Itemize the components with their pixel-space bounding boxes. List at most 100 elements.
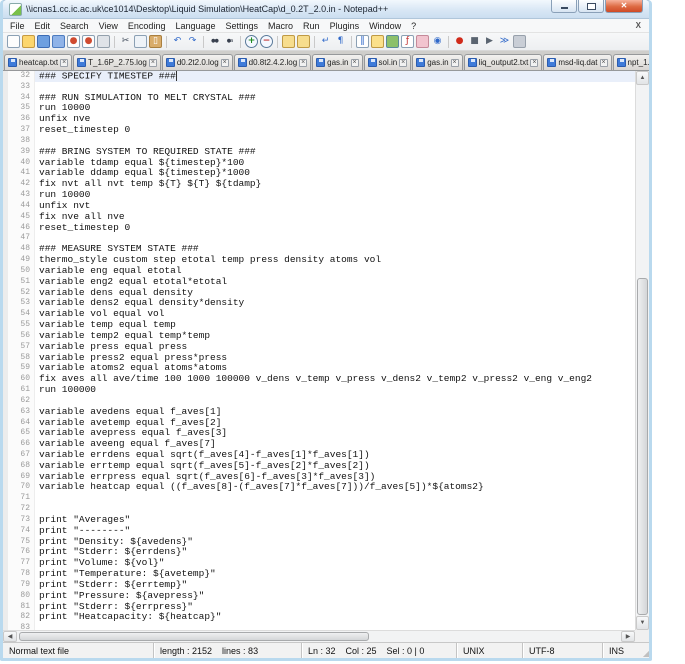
line-text[interactable]: variable press equal press — [35, 341, 635, 353]
line-text[interactable]: run 10000 — [35, 189, 635, 201]
line-text[interactable]: variable avedens equal f_aves[1] — [35, 406, 635, 418]
folder-as-workspace-icon[interactable] — [416, 35, 429, 48]
line-number[interactable]: 67 — [8, 449, 35, 461]
text-editor[interactable]: 32 ### SPECIFY TIMESTEP ### 33 34 ### RUN SI… — [3, 71, 635, 630]
line-text[interactable]: variable heatcap equal ((f_aves[8]-(f_av… — [35, 482, 635, 493]
line-number[interactable]: 60 — [8, 374, 35, 386]
line-number[interactable]: 68 — [8, 460, 35, 472]
vertical-scrollbar[interactable]: ▲ ▼ — [635, 71, 649, 630]
line-number[interactable]: 34 — [8, 92, 35, 104]
line-number[interactable]: 47 — [8, 233, 35, 245]
line-text[interactable]: unfix nvt — [35, 200, 635, 212]
line-number[interactable]: 43 — [8, 190, 35, 201]
document-map-icon[interactable] — [386, 35, 399, 48]
line-number[interactable]: 50 — [8, 265, 35, 277]
line-number[interactable]: 40 — [8, 157, 35, 169]
copy-icon[interactable] — [134, 35, 147, 48]
line-number[interactable]: 59 — [8, 363, 35, 375]
scroll-left-arrow[interactable]: ◀ — [3, 631, 17, 642]
line-number[interactable]: 39 — [8, 146, 35, 158]
maximize-button[interactable] — [578, 0, 604, 13]
menu-window[interactable]: Window — [364, 21, 406, 31]
tab-gas.in[interactable]: gas.in × — [412, 54, 463, 70]
line-text[interactable]: run 10000 — [35, 103, 635, 114]
menu-file[interactable]: File — [5, 21, 30, 31]
undo-icon[interactable]: ↶ — [171, 35, 184, 48]
line-number[interactable]: 49 — [8, 255, 35, 266]
line-number[interactable]: 54 — [8, 309, 35, 321]
tab-d0.8t2.4.2.log[interactable]: d0.8t2.4.2.log × — [233, 54, 312, 70]
line-text[interactable]: ### SPECIFY TIMESTEP ### — [35, 71, 635, 82]
tab-T_1.6P_2.75.log[interactable]: T_1.6P_2.75.log × — [73, 54, 161, 70]
menu-language[interactable]: Language — [170, 21, 220, 31]
tab-d0.2t2.0.log[interactable]: d0.2t2.0.log × — [161, 54, 233, 70]
line-number[interactable]: 66 — [8, 439, 35, 450]
show-indent-guide-icon[interactable]: ‖ — [356, 35, 369, 48]
tab-close-icon[interactable]: × — [599, 58, 608, 67]
menu-macro[interactable]: Macro — [263, 21, 298, 31]
tab-close-icon[interactable]: × — [148, 58, 157, 67]
show-all-characters-icon[interactable]: ¶ — [334, 35, 347, 48]
save-file-icon[interactable] — [37, 35, 50, 48]
line-text[interactable]: fix nvt all nvt temp ${T} ${T} ${tdamp} — [35, 178, 635, 190]
tab-close-icon[interactable]: × — [60, 58, 69, 67]
scroll-down-arrow[interactable]: ▼ — [636, 616, 649, 630]
line-text[interactable] — [35, 493, 635, 504]
line-number[interactable]: 82 — [8, 612, 35, 624]
cut-icon[interactable]: ✂ — [119, 35, 132, 48]
line-number[interactable]: 45 — [8, 211, 35, 223]
line-number[interactable]: 48 — [8, 244, 35, 256]
line-number[interactable]: 36 — [8, 114, 35, 126]
vertical-scrollbar-thumb[interactable] — [637, 277, 648, 616]
new-file-icon[interactable] — [7, 35, 20, 48]
line-text[interactable]: fix aves all ave/time 100 1000 100000 v_… — [35, 373, 635, 385]
macro-stop-icon[interactable]: ■ — [468, 35, 481, 48]
macro-play-icon[interactable]: ▶ — [483, 35, 496, 48]
scroll-up-arrow[interactable]: ▲ — [636, 71, 649, 85]
line-number[interactable]: 56 — [8, 330, 35, 342]
find-icon[interactable]: ●● — [208, 35, 221, 48]
menu-settings[interactable]: Settings — [221, 21, 264, 31]
tab-msd-liq.dat[interactable]: msd-liq.dat × — [543, 54, 612, 70]
line-number[interactable]: 81 — [8, 601, 35, 613]
line-number[interactable]: 46 — [8, 222, 35, 234]
line-text[interactable]: ### BRING SYSTEM TO REQUIRED STATE ### — [35, 146, 635, 158]
line-number[interactable]: 77 — [8, 558, 35, 570]
close-all-icon[interactable]: ● — [82, 35, 95, 48]
line-number[interactable]: 64 — [8, 417, 35, 429]
line-number[interactable]: 58 — [8, 352, 35, 364]
function-list-icon[interactable]: ƒ — [401, 35, 414, 48]
line-text[interactable]: print "--------" — [35, 525, 635, 537]
line-text[interactable]: variable eng2 equal etotal*etotal — [35, 276, 635, 288]
menu-view[interactable]: View — [94, 21, 123, 31]
line-number[interactable]: 69 — [8, 471, 35, 483]
macro-record-icon[interactable]: ● — [453, 35, 466, 48]
line-number[interactable]: 38 — [8, 135, 35, 147]
minimize-button[interactable] — [551, 0, 577, 13]
macro-save-icon[interactable] — [513, 35, 526, 48]
tab-close-icon[interactable]: × — [220, 58, 229, 67]
line-text[interactable] — [35, 623, 635, 630]
title-bar[interactable]: \\icnas1.cc.ic.ac.uk\ce1014\Desktop\Liqu… — [3, 0, 649, 19]
document-monitor-icon[interactable]: ◉ — [431, 35, 444, 48]
line-number[interactable]: 83 — [8, 623, 35, 630]
line-number[interactable]: 73 — [8, 514, 35, 526]
close-file-icon[interactable]: ● — [67, 35, 80, 48]
scroll-right-arrow[interactable]: ▶ — [621, 631, 635, 642]
tab-liq_output2.txt[interactable]: liq_output2.txt × — [463, 54, 543, 70]
line-number[interactable]: 44 — [8, 200, 35, 212]
line-number[interactable]: 57 — [8, 341, 35, 353]
line-text[interactable]: reset_timestep 0 — [35, 124, 635, 136]
line-number[interactable]: 42 — [8, 179, 35, 191]
line-number[interactable]: 35 — [8, 103, 35, 115]
resize-grip-icon[interactable]: ◢ — [635, 643, 649, 658]
line-number[interactable]: 76 — [8, 547, 35, 559]
tab-close-icon[interactable]: × — [299, 58, 308, 67]
line-number[interactable]: 65 — [8, 428, 35, 440]
menu-run[interactable]: Run — [298, 21, 325, 31]
line-number[interactable]: 74 — [8, 525, 35, 537]
menu-plugins[interactable]: Plugins — [325, 21, 365, 31]
line-number[interactable]: 72 — [8, 504, 35, 515]
line-number[interactable]: 80 — [8, 590, 35, 602]
sync-horizontal-scroll-icon[interactable] — [297, 35, 310, 48]
